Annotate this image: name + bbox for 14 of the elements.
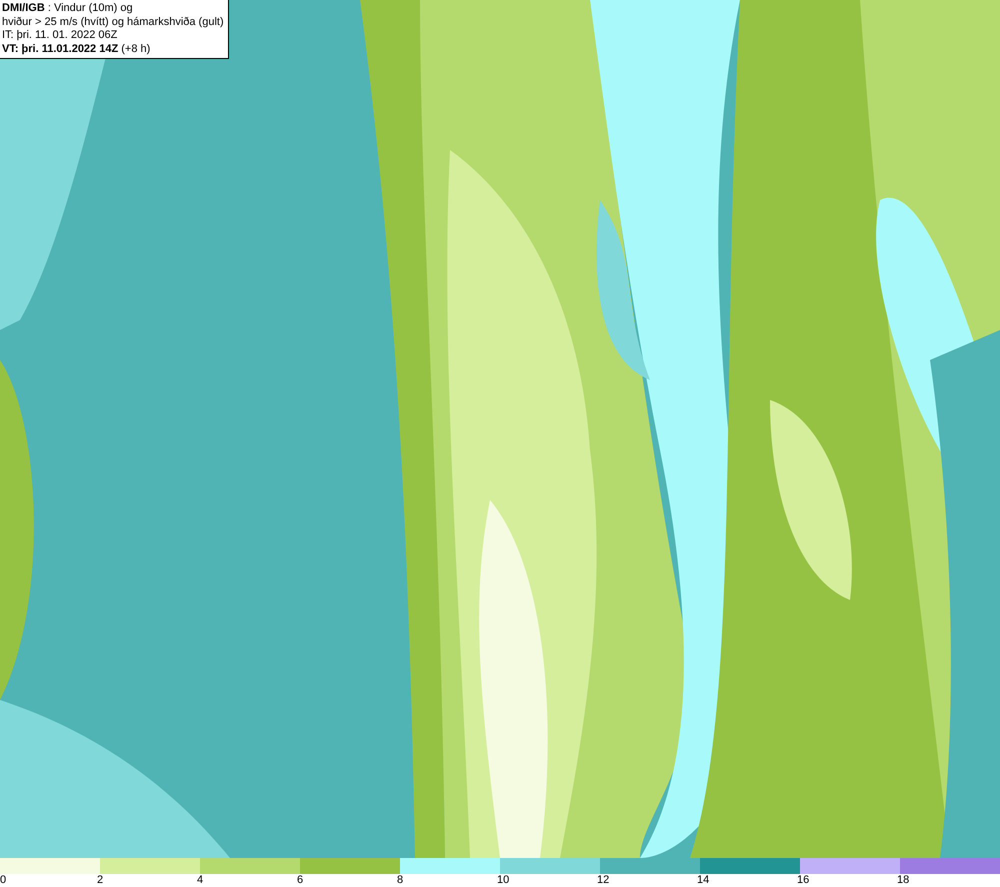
info-line: hviður > 25 m/s (hvítt) og hámarkshviða (gult) (2, 16, 224, 29)
legend-label: 12 (597, 874, 610, 887)
legend-label: 18 (897, 874, 910, 887)
legend-label: 2 (97, 874, 104, 887)
info-line: DMI/IGB : Vindur (10m) og (2, 2, 134, 16)
legend-label: 10 (497, 874, 510, 887)
legend-label: 0 (0, 874, 6, 887)
legend-label: 14 (697, 874, 710, 887)
legend-label: 6 (297, 874, 304, 887)
legend-label: 16 (797, 874, 810, 887)
info-line: VT: þri. 11.01.2022 14Z (+8 h) (2, 42, 152, 56)
info-line: IT: þri. 11. 01. 2022 06Z (2, 29, 118, 42)
legend-label: 4 (197, 874, 204, 887)
legend-label: 8 (397, 874, 404, 887)
